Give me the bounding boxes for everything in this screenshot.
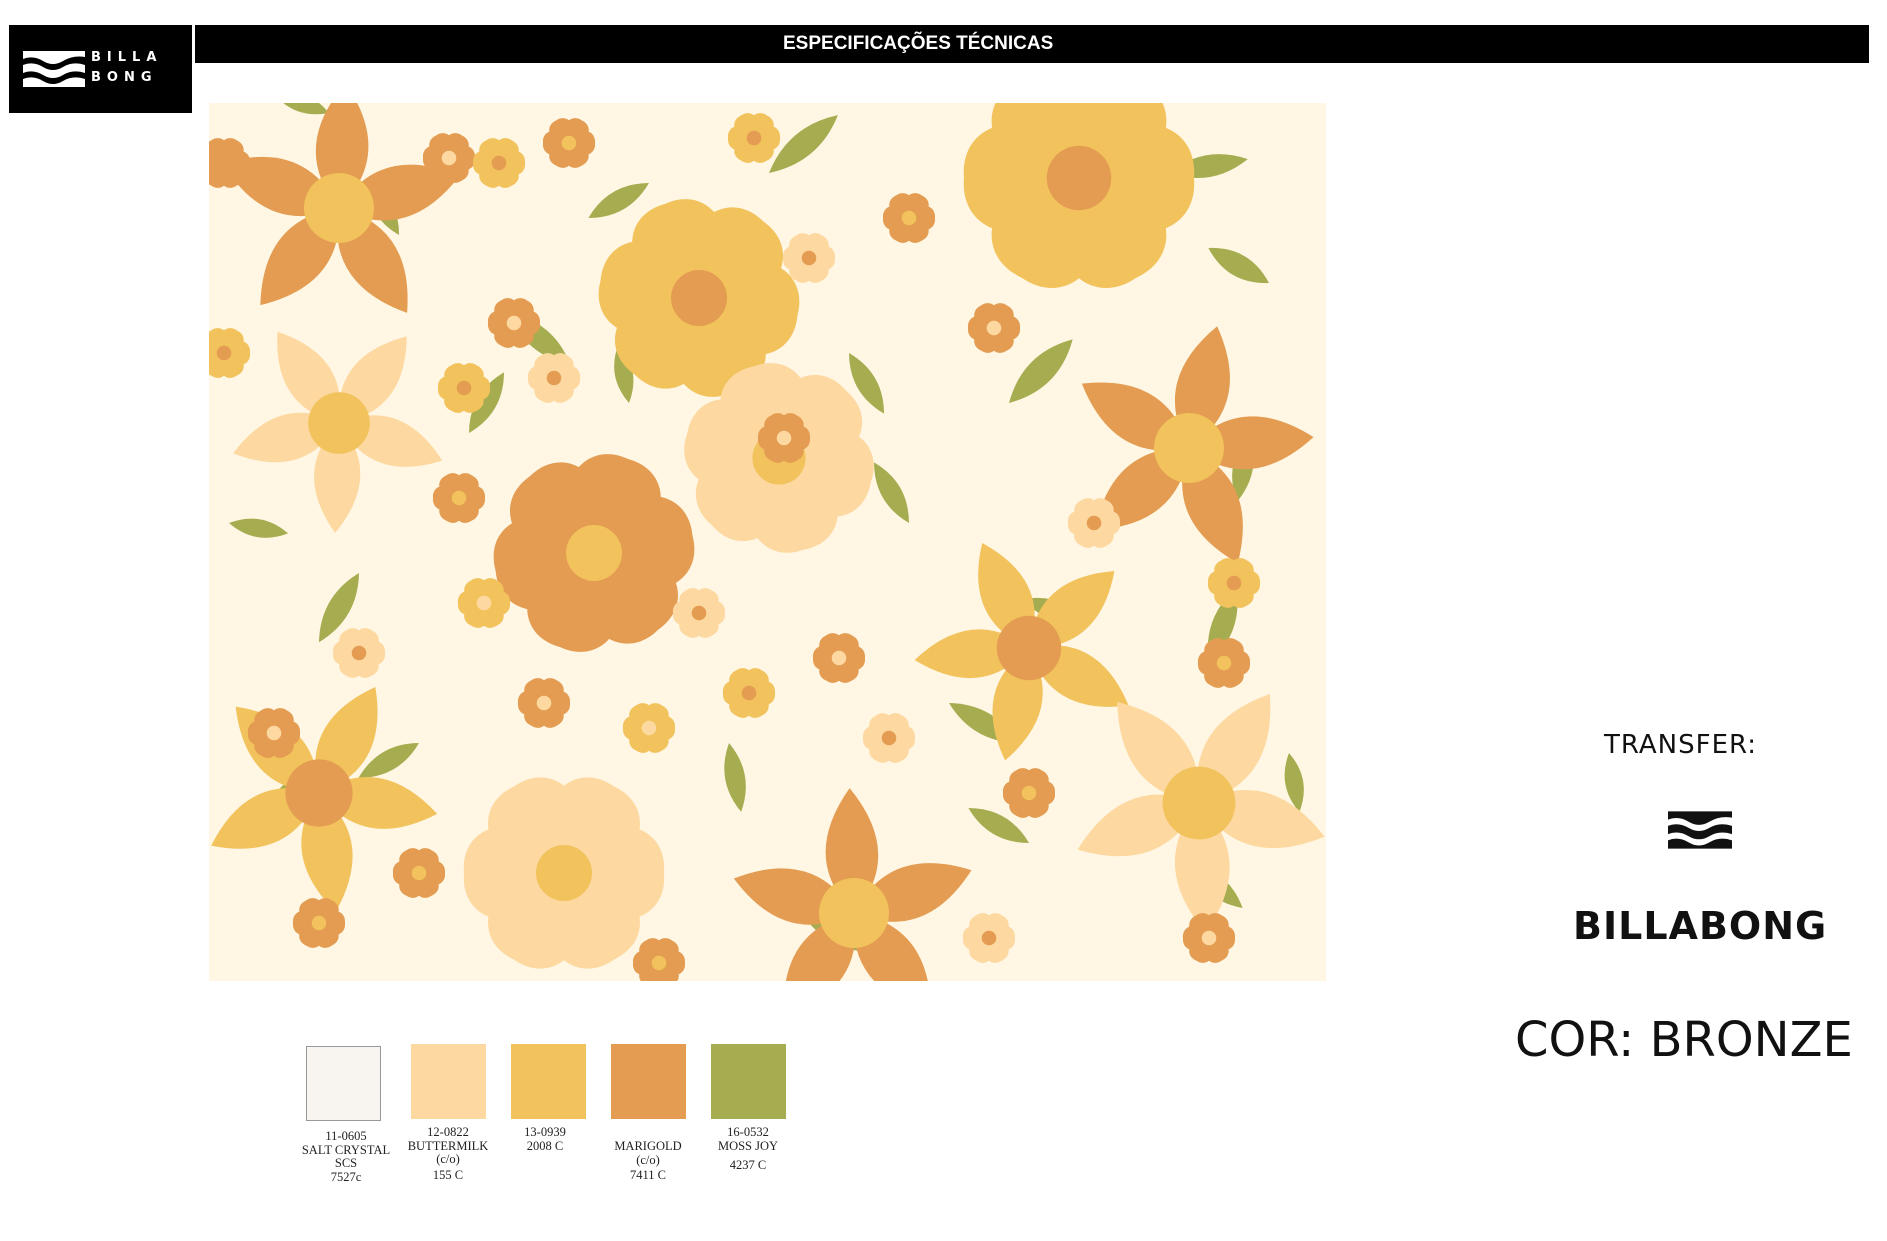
swatch-code: 16-0532 <box>727 1125 769 1139</box>
logo-wordmark: BILLA BONG <box>91 48 162 88</box>
flower-shape <box>862 713 916 763</box>
swatch-code: 13-0939 <box>524 1125 566 1139</box>
swatch-moss-joy <box>711 1044 786 1119</box>
flower-shape <box>332 628 386 678</box>
color-label: COR: BRONZE <box>1515 1012 1853 1068</box>
swatch-marigold <box>611 1044 686 1119</box>
wave-logo-icon <box>23 51 85 87</box>
brand-logo: BILLA BONG <box>9 25 192 113</box>
flower-shape <box>463 777 665 969</box>
swatch-salt-crystal <box>306 1046 381 1121</box>
flower-shape <box>967 303 1021 353</box>
swatch-pantone: 4237 C <box>729 1158 767 1172</box>
flower-shape <box>672 588 726 638</box>
floral-print-artwork <box>209 103 1326 981</box>
billabong-wave-icon <box>1668 811 1732 849</box>
flower-shape <box>209 328 251 378</box>
swatch-pantone: 155 C <box>432 1167 464 1182</box>
swatch-finish: (c/o) <box>436 1152 460 1166</box>
swatch-name: MOSS JOY <box>717 1138 779 1153</box>
flower-shape <box>432 473 486 523</box>
transfer-brand-name: BILLABONG <box>1573 904 1828 948</box>
flower-shape <box>622 703 676 753</box>
flower-shape <box>517 678 571 728</box>
flower-shape <box>527 353 581 403</box>
floral-pattern-image <box>209 103 1325 981</box>
flower-shape <box>1207 558 1261 608</box>
flower-shape <box>812 633 866 683</box>
flower-shape <box>1182 913 1236 963</box>
swatch-label-moss-joy: 16-0532 MOSS JOY 4237 C <box>688 1125 808 1173</box>
leaf-shape <box>229 518 289 538</box>
logo-line-2: BONG <box>91 70 158 85</box>
flower-shape <box>962 913 1016 963</box>
flower-shape <box>1197 638 1251 688</box>
leaf-shape <box>272 103 329 115</box>
swatch-pantone: 2008 C <box>526 1138 564 1153</box>
flower-shape <box>882 193 936 243</box>
header-bar: ESPECIFICAÇÕES TÉCNICAS <box>195 25 1869 63</box>
leaf-shape <box>724 743 746 812</box>
flower-shape <box>1002 768 1056 818</box>
flower-shape <box>722 668 776 718</box>
swatch-2008c <box>511 1044 586 1119</box>
flower-shape <box>963 103 1195 288</box>
flower-shape <box>542 118 596 168</box>
flower-shape <box>392 848 446 898</box>
transfer-label: TRANSFER: <box>1604 730 1758 760</box>
leaf-shape <box>1208 247 1269 284</box>
logo-line-1: BILLA <box>91 50 163 65</box>
flower-shape <box>632 938 686 981</box>
swatch-label-2008c: 13-0939 2008 C <box>485 1125 605 1153</box>
page-title: ESPECIFICAÇÕES TÉCNICAS <box>783 33 1054 54</box>
flower-shape <box>727 113 781 163</box>
flower-shape <box>493 454 695 652</box>
swatch-buttermilk <box>411 1044 486 1119</box>
flower-shape <box>472 138 526 188</box>
